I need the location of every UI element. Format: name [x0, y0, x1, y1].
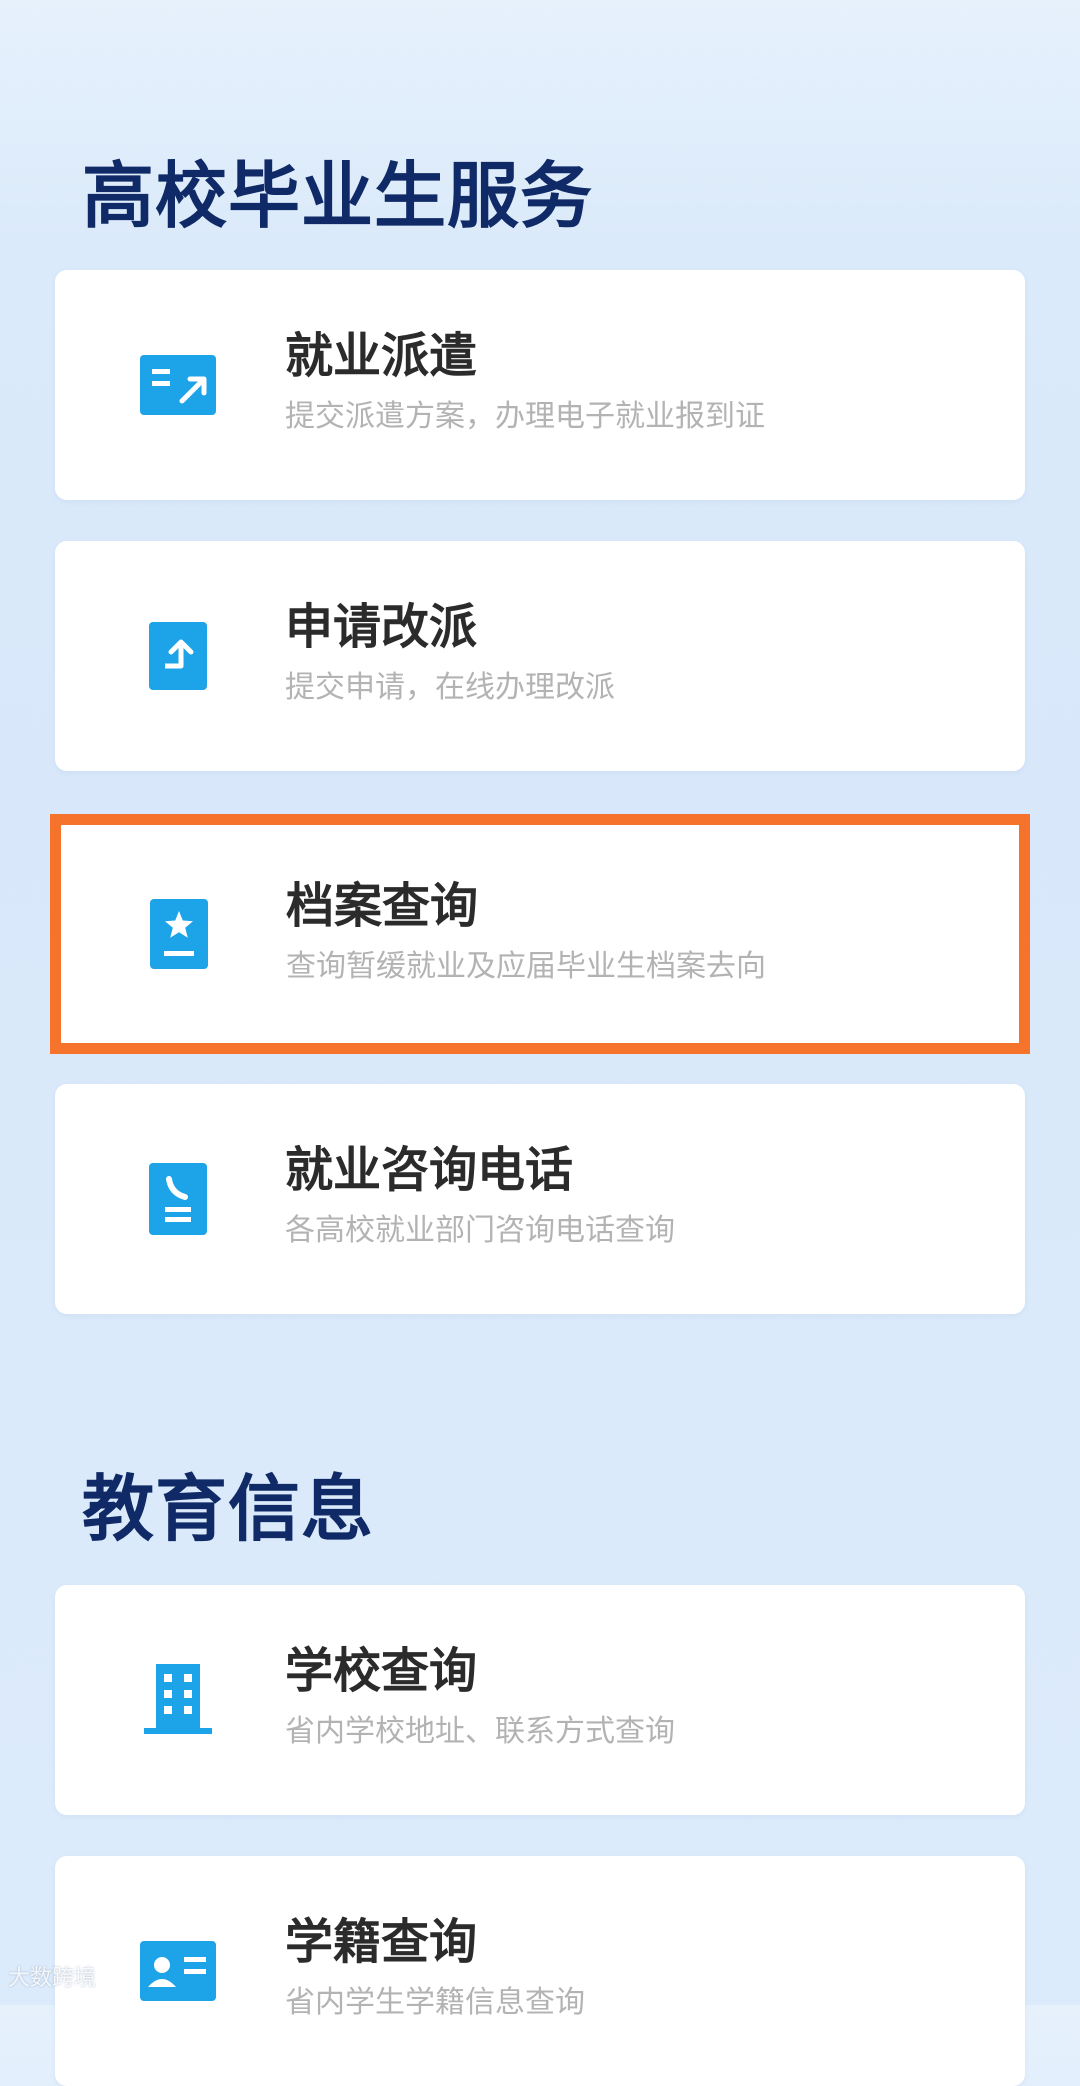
card-title: 就业派遣 [285, 328, 478, 384]
card-description: 提交派遣方案，办理电子就业报到证 [285, 399, 765, 434]
service-card-employment-dispatch[interactable]: 就业派遣 提交派遣方案，办理电子就业报到证 [55, 270, 1025, 500]
card-title: 学校查询 [285, 1643, 478, 1699]
card-description: 省内学校地址、联系方式查询 [285, 1714, 675, 1749]
dispatch-icon [133, 340, 223, 430]
service-card-student-status-query[interactable]: 学籍查询 省内学生学籍信息查询 [55, 1856, 1025, 2086]
card-description: 各高校就业部门咨询电话查询 [285, 1213, 675, 1248]
reassign-icon [133, 611, 223, 701]
card-description: 省内学生学籍信息查询 [285, 1985, 585, 2020]
card-title: 申请改派 [285, 599, 478, 655]
archive-star-icon [134, 889, 224, 979]
card-title: 学籍查询 [285, 1914, 478, 1970]
service-card-school-query[interactable]: 学校查询 省内学校地址、联系方式查询 [55, 1585, 1025, 1815]
school-building-icon [133, 1655, 223, 1745]
phone-list-icon [133, 1154, 223, 1244]
section-title-graduate-services: 高校毕业生服务 [82, 154, 594, 238]
service-card-apply-reassignment[interactable]: 申请改派 提交申请，在线办理改派 [55, 541, 1025, 771]
card-description: 提交申请，在线办理改派 [285, 670, 615, 705]
card-title: 档案查询 [286, 878, 479, 934]
service-card-archive-query[interactable]: 档案查询 查询暂缓就业及应届毕业生档案去向 [50, 814, 1030, 1054]
card-title: 就业咨询电话 [285, 1142, 574, 1198]
watermark: 大数跨境 [8, 1966, 97, 1991]
section-title-education-info: 教育信息 [82, 1467, 375, 1551]
card-description: 查询暂缓就业及应届毕业生档案去向 [286, 949, 766, 984]
service-card-employment-hotline[interactable]: 就业咨询电话 各高校就业部门咨询电话查询 [55, 1084, 1025, 1314]
student-card-icon [133, 1926, 223, 2016]
